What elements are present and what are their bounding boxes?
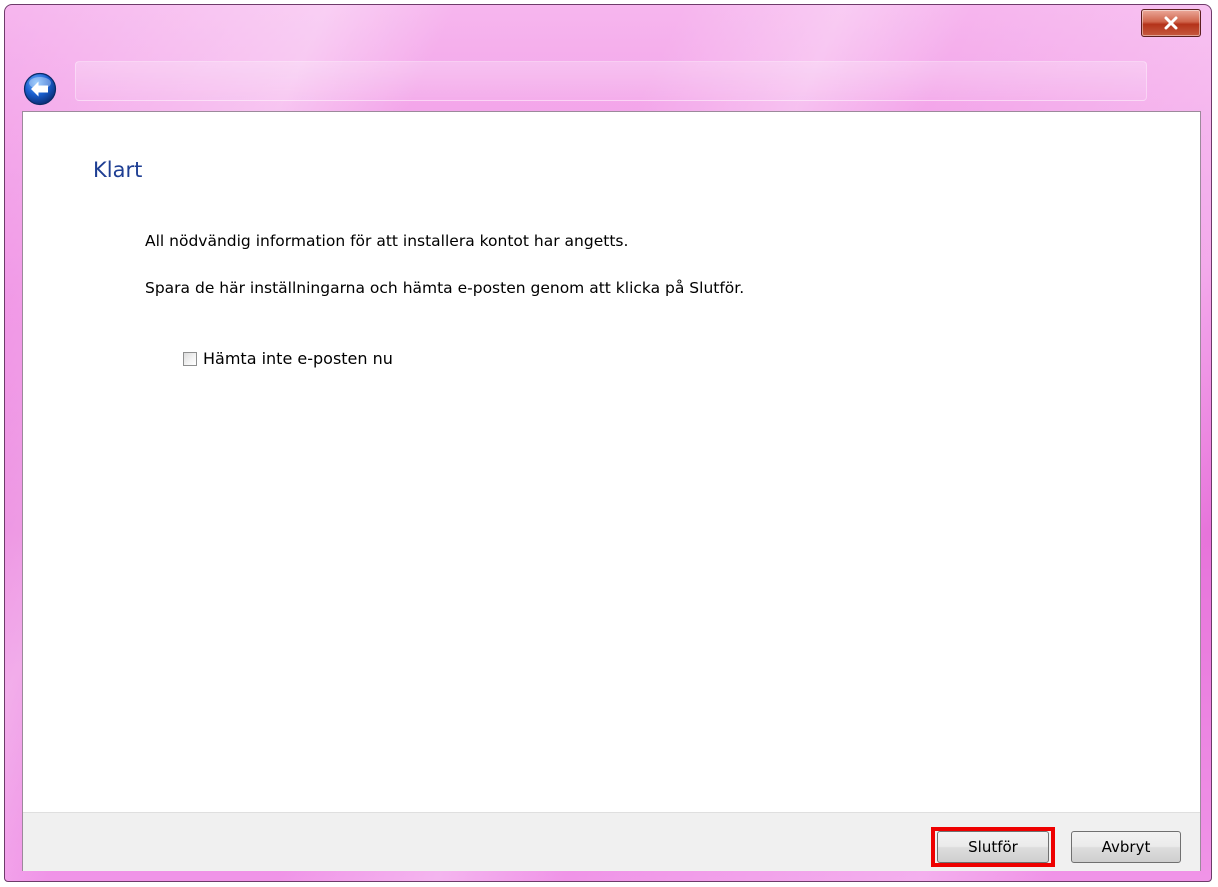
- page-title: Klart: [93, 158, 143, 182]
- back-button[interactable]: [23, 72, 57, 106]
- close-icon: [1163, 16, 1179, 30]
- address-area: [75, 61, 1147, 101]
- client-area: Klart All nödvändig information för att …: [22, 111, 1201, 871]
- dont-fetch-mail-checkbox-row[interactable]: Hämta inte e-posten nu: [183, 349, 393, 368]
- finish-button[interactable]: Slutför: [937, 831, 1049, 863]
- dont-fetch-mail-label[interactable]: Hämta inte e-posten nu: [203, 349, 393, 368]
- back-arrow-icon: [23, 72, 57, 110]
- button-bar: Slutför Avbryt: [23, 812, 1200, 871]
- info-text-instructions: Spara de här inställningarna och hämta e…: [145, 279, 745, 297]
- info-text-complete: All nödvändig information för att instal…: [145, 232, 629, 250]
- dont-fetch-mail-checkbox[interactable]: [183, 351, 197, 366]
- close-button[interactable]: [1141, 9, 1201, 37]
- wizard-window: Klart All nödvändig information för att …: [4, 4, 1212, 882]
- cancel-button[interactable]: Avbryt: [1071, 831, 1181, 863]
- title-bar: [5, 5, 1211, 111]
- content-pane: Klart All nödvändig information för att …: [23, 112, 1200, 812]
